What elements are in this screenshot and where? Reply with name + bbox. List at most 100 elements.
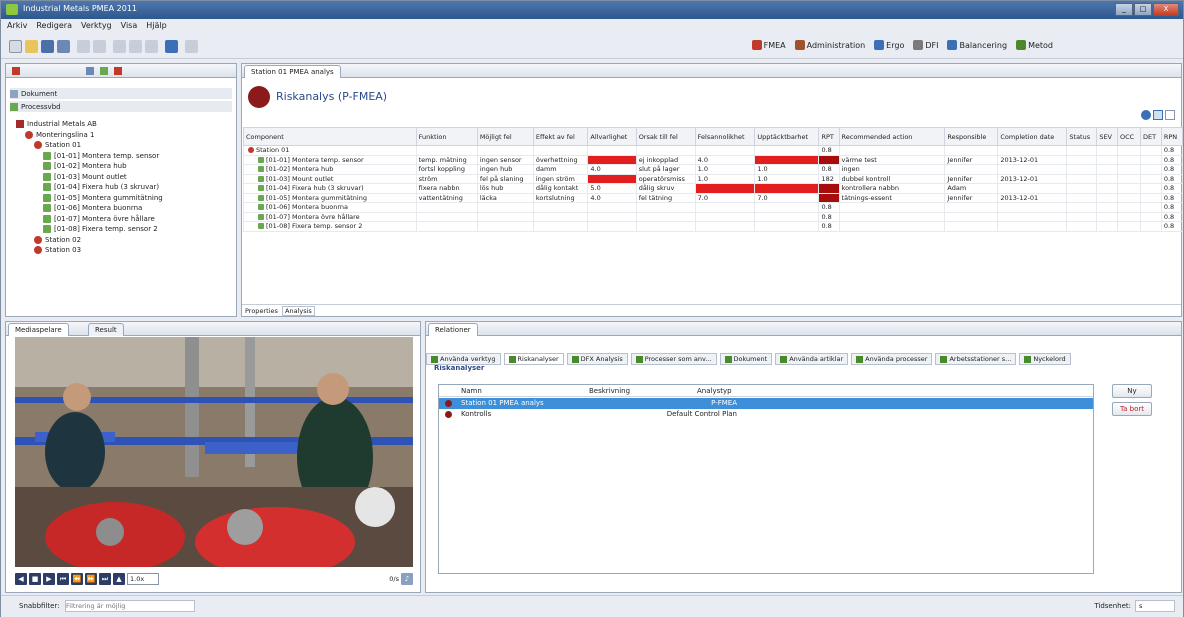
tree-icon[interactable] [12, 67, 20, 75]
add-icon[interactable] [100, 67, 108, 75]
tree-item[interactable]: Station 01 [34, 141, 81, 149]
column-header[interactable]: Effekt av fel [532, 127, 589, 146]
view-icon-1[interactable] [1141, 110, 1151, 120]
window-icon[interactable] [165, 40, 178, 53]
column-header[interactable]: Completion date [997, 127, 1068, 146]
refresh-icon[interactable] [185, 40, 198, 53]
view-icon-3[interactable] [1165, 110, 1175, 120]
maximize-button[interactable]: □ [1134, 3, 1152, 16]
tree-item[interactable]: [01-01] Montera temp. sensor [43, 151, 159, 160]
table-row[interactable]: [01-07] Montera övre hållare 0.8 0.8 [243, 211, 1184, 222]
column-header[interactable]: Möjligt fel [476, 127, 534, 146]
documents-section[interactable]: Dokument [10, 88, 232, 99]
eject-icon[interactable]: ▲ [113, 573, 125, 585]
table-row[interactable]: [01-08] Fixera temp. sensor 2 0.8 0.8 [243, 221, 1184, 232]
collapse-icon[interactable] [86, 67, 94, 75]
column-header[interactable]: Allvarlighet [587, 127, 637, 146]
tree-item[interactable]: [01-05] Montera gummitätning [43, 193, 163, 202]
tree-item[interactable]: [01-08] Fixera temp. sensor 2 [43, 225, 158, 233]
filter-input[interactable] [65, 600, 195, 612]
play-icon[interactable]: ▶ [43, 573, 55, 585]
column-header[interactable]: Responsible [944, 127, 999, 146]
relation-subtab[interactable]: Använda verktyg [426, 353, 501, 365]
forward-icon[interactable]: ⏩ [85, 573, 97, 585]
tree-item[interactable]: Station 02 [34, 235, 81, 244]
undo-icon[interactable] [77, 40, 90, 53]
column-header[interactable]: Felsannolikhet [694, 127, 756, 146]
column-header[interactable]: RPT [818, 127, 840, 146]
new-button[interactable]: Ny [1112, 384, 1152, 398]
cut-icon[interactable] [113, 40, 126, 53]
tree-item[interactable]: [01-02] Montera hub [43, 162, 127, 170]
table-row[interactable]: [01-04] Fixera hub (3 skruvar) fixera nab… [243, 183, 1184, 194]
relation-subtab[interactable]: Nyckelord [1019, 353, 1071, 365]
column-header[interactable]: Component [243, 127, 417, 146]
tab-mediaspelare[interactable]: Mediaspelare [8, 323, 69, 336]
relation-row[interactable]: Kontrolls Default Control Plan [439, 409, 1093, 420]
delete-icon[interactable] [114, 67, 122, 75]
tree-item[interactable]: [01-04] Fixera hub (3 skruvar) [43, 183, 159, 191]
column-header[interactable]: Orsak till fel [635, 127, 696, 146]
minimize-button[interactable]: _ [1115, 3, 1133, 16]
column-header[interactable]: RPN [1160, 127, 1184, 146]
table-row[interactable]: [01-05] Montera gummitätning vattentätnin… [243, 192, 1184, 203]
tree-item[interactable]: Industrial Metals AB [16, 120, 97, 128]
perspective-balancering[interactable]: Balancering [947, 40, 1007, 50]
stop-icon[interactable]: ■ [29, 573, 41, 585]
volume-icon[interactable]: ♪ [401, 573, 413, 585]
column-header[interactable]: Funktion [415, 127, 478, 146]
close-button[interactable]: X [1153, 3, 1179, 16]
open-icon[interactable] [25, 40, 38, 53]
tree-item[interactable]: [01-06] Montera buonrna [43, 204, 142, 212]
menu-redigera[interactable]: Redigera [36, 21, 72, 33]
process-section[interactable]: Processvbd [10, 101, 232, 112]
relation-row[interactable]: Station 01 PMEA analys P-FMEA [439, 398, 1093, 409]
menu-visa[interactable]: Visa [121, 21, 138, 33]
column-header[interactable]: Recommended action [838, 127, 946, 146]
menu-hjalp[interactable]: Hjälp [146, 21, 166, 33]
new-icon[interactable] [9, 40, 22, 53]
perspective-fmea[interactable]: FMEA [751, 40, 786, 50]
save-all-icon[interactable] [57, 40, 70, 53]
copy-icon[interactable] [129, 40, 142, 53]
perspective-administration[interactable]: Administration [794, 40, 865, 50]
next-icon[interactable]: ⏭ [99, 573, 111, 585]
tree-item[interactable]: [01-07] Montera övre hållare [43, 214, 155, 223]
tree-item[interactable]: Station 03 [34, 246, 81, 254]
tree-item[interactable]: [01-03] Mount outlet [43, 172, 127, 181]
relation-subtab[interactable]: Riskanalyser [503, 353, 564, 365]
table-row[interactable]: [01-06] Montera buonrna 0.8 0.8 [243, 202, 1184, 213]
speed-select[interactable]: 1.0x [127, 573, 159, 585]
column-header[interactable]: OCC [1117, 127, 1142, 146]
perspective-dfi[interactable]: DFI [913, 40, 938, 50]
skip-back-icon[interactable]: ◀ [15, 573, 27, 585]
tab-relationer[interactable]: Relationer [428, 323, 478, 336]
relation-subtab[interactable]: Arbetsstationer s... [935, 353, 1017, 365]
prev-icon[interactable]: ⏮ [57, 573, 69, 585]
column-header[interactable]: Upptäcktbarhet [754, 127, 820, 146]
tab-properties[interactable]: Properties [245, 307, 278, 315]
tree-item[interactable]: Monteringslina 1 [25, 130, 94, 139]
redo-icon[interactable] [93, 40, 106, 53]
perspective-ergo[interactable]: Ergo [874, 40, 904, 50]
remove-button[interactable]: Ta bort [1112, 402, 1152, 416]
rewind-icon[interactable]: ⏪ [71, 573, 83, 585]
menu-verktyg[interactable]: Verktyg [81, 21, 112, 33]
column-header[interactable]: DET [1140, 127, 1162, 146]
table-row[interactable]: [01-01] Montera temp. sensor temp. mätnin… [243, 154, 1184, 165]
save-icon[interactable] [41, 40, 54, 53]
paste-icon[interactable] [145, 40, 158, 53]
tab-station-analysis[interactable]: Station 01 PMEA analys [244, 65, 341, 78]
perspective-metod[interactable]: Metod [1016, 40, 1053, 50]
relation-subtab[interactable]: DFX Analysis [566, 353, 628, 365]
relation-subtab[interactable]: Använda processer [851, 353, 933, 365]
column-header[interactable]: Status [1066, 127, 1098, 146]
table-row[interactable]: [01-02] Montera hub fortsl koppling ingen … [243, 164, 1184, 175]
column-header[interactable]: SEV [1096, 127, 1119, 146]
view-icon-2[interactable] [1153, 110, 1163, 120]
tab-analysis[interactable]: Analysis [282, 306, 315, 316]
time-unit-select[interactable]: s [1135, 600, 1175, 612]
table-row[interactable]: [01-03] Mount outlet ström fel på slaning i… [243, 173, 1184, 184]
video-frame[interactable] [15, 337, 413, 567]
relation-subtab[interactable]: Processer som anv... [630, 353, 717, 365]
